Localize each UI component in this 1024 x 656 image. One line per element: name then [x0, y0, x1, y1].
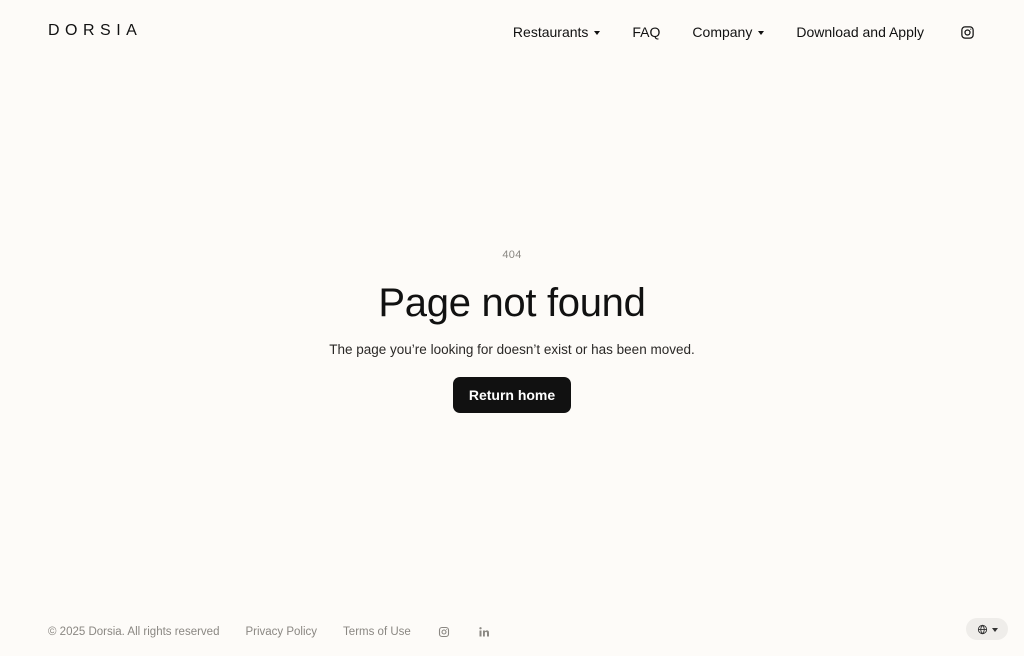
site-header: DORSIA Restaurants FAQ Company Download …	[0, 0, 1024, 64]
chevron-down-icon	[991, 627, 998, 632]
nav-restaurants-label: Restaurants	[512, 24, 589, 40]
linkedin-icon[interactable]	[477, 625, 491, 639]
page: DORSIA Restaurants FAQ Company Download …	[0, 0, 1024, 656]
nav-download-apply[interactable]: Download and Apply	[796, 22, 924, 42]
error-content: 404 Page not found The page you’re looki…	[0, 240, 1024, 413]
terms-of-use-link[interactable]: Terms of Use	[343, 624, 411, 640]
nav-restaurants[interactable]: Restaurants	[512, 22, 601, 42]
dorsia-logo[interactable]: DORSIA	[48, 22, 142, 40]
return-home-button[interactable]: Return home	[452, 377, 572, 413]
nav-faq[interactable]: FAQ	[632, 22, 660, 42]
site-footer: © 2025 Dorsia. All rights reserved Priva…	[0, 618, 1024, 646]
footer-left: © 2025 Dorsia. All rights reserved Priva…	[48, 624, 491, 640]
error-code: 404	[502, 249, 522, 261]
copyright-text: © 2025 Dorsia. All rights reserved	[48, 626, 220, 638]
instagram-icon[interactable]	[437, 625, 451, 639]
main-nav: Restaurants FAQ Company Download and App…	[513, 22, 976, 42]
nav-company[interactable]: Company	[692, 22, 765, 42]
nav-download-apply-label: Download and Apply	[796, 24, 924, 40]
button-wrapper: Return home	[0, 377, 1024, 413]
nav-faq-label: FAQ	[632, 24, 661, 40]
globe-icon	[977, 624, 987, 634]
page-title: Page not found	[378, 281, 646, 325]
privacy-policy-link[interactable]: Privacy Policy	[245, 624, 317, 640]
nav-company-label: Company	[692, 24, 753, 40]
instagram-icon[interactable]	[958, 23, 976, 41]
chevron-down-icon	[594, 30, 601, 35]
chevron-down-icon	[758, 30, 765, 35]
error-message: The page you’re looking for doesn’t exis…	[329, 342, 695, 357]
language-selector[interactable]	[966, 618, 1008, 640]
